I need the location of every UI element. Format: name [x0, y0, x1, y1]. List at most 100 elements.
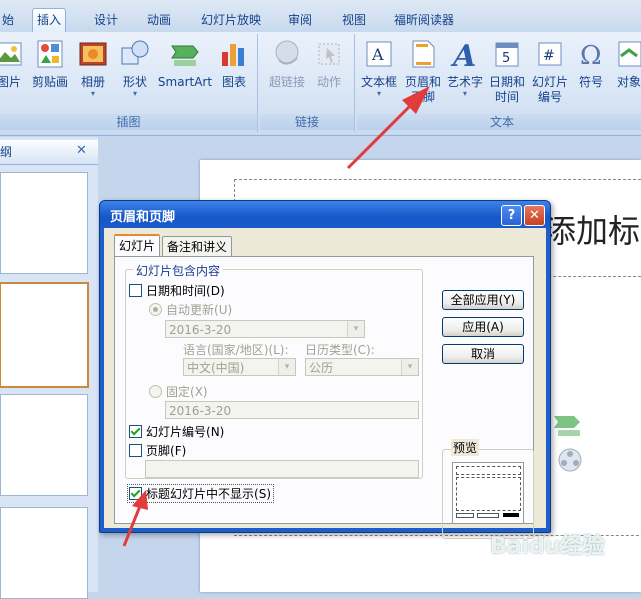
help-button[interactable]: ?	[501, 205, 522, 226]
datetime-button[interactable]: 5 日期和 时间	[487, 38, 527, 105]
fixed-radio-dot[interactable]	[149, 385, 162, 398]
shapes-icon	[121, 40, 149, 65]
group-legend: 幻灯片包含内容	[133, 262, 224, 279]
preview-date-area	[456, 513, 474, 518]
svg-text:A: A	[371, 45, 384, 64]
chevron-down-icon: ▾	[278, 359, 295, 375]
smartart-icon	[171, 45, 199, 66]
footer-text-input[interactable]	[145, 460, 419, 478]
auto-update-radio[interactable]: 自动更新(U)	[149, 301, 232, 318]
cancel-button[interactable]: 取消	[442, 344, 524, 364]
fixed-radio[interactable]: 固定(X)	[149, 383, 208, 400]
ribbon-tab-bar: 始 插入 设计 动画 幻灯片放映 审阅 视图 福昕阅读器	[0, 0, 641, 33]
object-label: 对象	[616, 75, 641, 89]
tab-animation[interactable]: 动画	[143, 9, 175, 31]
ribbon: 图片 剪贴画 相册 ▾ 形状 ▾ SmartArt 图表 插图 超链接 动作 链…	[0, 32, 641, 136]
calendar-type-label: 日历类型(C):	[305, 343, 375, 357]
shapes-button[interactable]: 形状 ▾	[118, 38, 152, 98]
footer-checkbox[interactable]: 页脚(F)	[129, 442, 186, 459]
calendar-type-select[interactable]: 公历 ▾	[305, 358, 419, 376]
language-select[interactable]: 中文(中国) ▾	[183, 358, 296, 376]
annotation-arrow-checkbox	[122, 490, 148, 547]
picture-button[interactable]: 图片	[0, 38, 26, 90]
datetime-label: 日期和 时间	[488, 75, 525, 104]
chart-label: 图表	[221, 75, 246, 89]
slides-pane	[0, 137, 98, 599]
wordart-label: 艺术字	[446, 75, 483, 89]
language-label: 语言(国家/地区)(L):	[183, 343, 289, 357]
tab-slideshow[interactable]: 幻灯片放映	[197, 9, 265, 31]
tab-design[interactable]: 设计	[90, 9, 122, 31]
tab-slide[interactable]: 幻灯片	[114, 234, 161, 258]
chevron-down-icon: ▾	[401, 359, 418, 375]
outline-tab[interactable]: 纲	[0, 143, 12, 160]
media-clip-placeholder-icon[interactable]	[556, 446, 584, 474]
apply-button[interactable]: 应用(A)	[442, 317, 524, 337]
shapes-dropdown-icon: ▾	[132, 89, 137, 98]
chart-button[interactable]: 图表	[216, 38, 252, 90]
clipart-label: 剪贴画	[31, 75, 68, 89]
tab-insert[interactable]: 插入	[32, 8, 67, 33]
close-button[interactable]: ✕	[524, 205, 545, 226]
slide-thumbnail-3[interactable]	[0, 394, 88, 496]
preview-title-area	[456, 466, 521, 475]
preview-footer-area	[477, 513, 499, 518]
shapes-label: 形状	[122, 75, 147, 89]
slide-number-button[interactable]: # 幻灯片 编号	[529, 38, 571, 105]
hyperlink-label: 超链接	[268, 75, 305, 89]
omega-symbol-icon: Ω	[580, 41, 602, 71]
album-button[interactable]: 相册 ▾	[76, 38, 110, 98]
clipart-button[interactable]: 剪贴画	[30, 38, 70, 90]
apply-all-button[interactable]: 全部应用(Y)	[442, 290, 524, 310]
slide-thumbnail-4[interactable]	[0, 507, 88, 599]
smartart-placeholder-icon[interactable]	[552, 412, 586, 438]
preview-group	[442, 449, 534, 539]
slide-number-checkbox[interactable]: 幻灯片编号(N)	[129, 423, 224, 440]
object-button[interactable]: 对象	[611, 38, 641, 90]
picture-label: 图片	[0, 75, 21, 89]
slide-thumbnail-2[interactable]	[0, 282, 89, 388]
auto-update-radio-dot[interactable]	[149, 303, 162, 316]
group-illustrations-label: 插图	[0, 114, 257, 130]
tab-notes-handouts[interactable]: 备注和讲义	[162, 236, 233, 257]
close-pane-icon[interactable]: ✕	[76, 143, 87, 158]
preview-number-area	[503, 513, 519, 517]
svg-text:#: #	[543, 48, 555, 64]
dialog-titlebar[interactable]: 页眉和页脚 ? ✕	[100, 201, 550, 228]
dialog-title: 页眉和页脚	[110, 210, 176, 225]
tab-review[interactable]: 审阅	[284, 9, 316, 31]
album-label: 相册	[80, 75, 105, 89]
date-time-checkbox-box[interactable]	[129, 284, 142, 297]
svg-text:Ω: Ω	[580, 41, 602, 70]
slide-thumbnail-1[interactable]	[0, 172, 88, 274]
clipart-icon	[37, 40, 63, 68]
smartart-label: SmartArt	[157, 75, 213, 89]
wordart-button[interactable]: A 艺术字 ▾	[446, 38, 484, 98]
fixed-date-input[interactable]: 2016-3-20	[165, 401, 419, 419]
tab-foxit-reader[interactable]: 福昕阅读器	[390, 9, 458, 31]
preview-thumbnail	[452, 462, 524, 524]
slide-number-checkbox-box[interactable]	[129, 425, 142, 438]
symbol-button[interactable]: Ω 符号	[575, 38, 607, 90]
calendar-icon: 5	[495, 42, 519, 67]
chevron-down-icon: ▾	[347, 321, 364, 337]
slide-number-icon: #	[538, 42, 562, 66]
preview-label: 预览	[451, 439, 480, 456]
tab-home[interactable]: 始	[0, 9, 18, 31]
footer-checkbox-box[interactable]	[129, 444, 142, 457]
dialog-body: 幻灯片 备注和讲义 幻灯片包含内容 日期和时间(D) 自动更新(U) 2016-…	[104, 228, 546, 539]
svg-text:A: A	[450, 39, 476, 70]
tab-view[interactable]: 视图	[338, 9, 370, 31]
hyperlink-button[interactable]: 超链接	[264, 38, 310, 90]
outline-pane-header: 纲 ✕	[0, 140, 98, 165]
auto-date-select[interactable]: 2016-3-20 ▾	[165, 320, 365, 338]
photo-album-icon	[79, 42, 107, 66]
chart-icon	[222, 44, 244, 66]
date-time-checkbox[interactable]: 日期和时间(D)	[129, 282, 225, 299]
textbox-icon: A	[366, 41, 392, 67]
symbol-label: 符号	[578, 75, 603, 89]
wordart-dropdown-icon: ▾	[462, 89, 467, 98]
watermark-brand: Baidu经验	[490, 534, 605, 559]
watermark-url: jingyan.baidu.com	[512, 565, 605, 576]
smartart-button[interactable]: SmartArt	[157, 38, 213, 90]
